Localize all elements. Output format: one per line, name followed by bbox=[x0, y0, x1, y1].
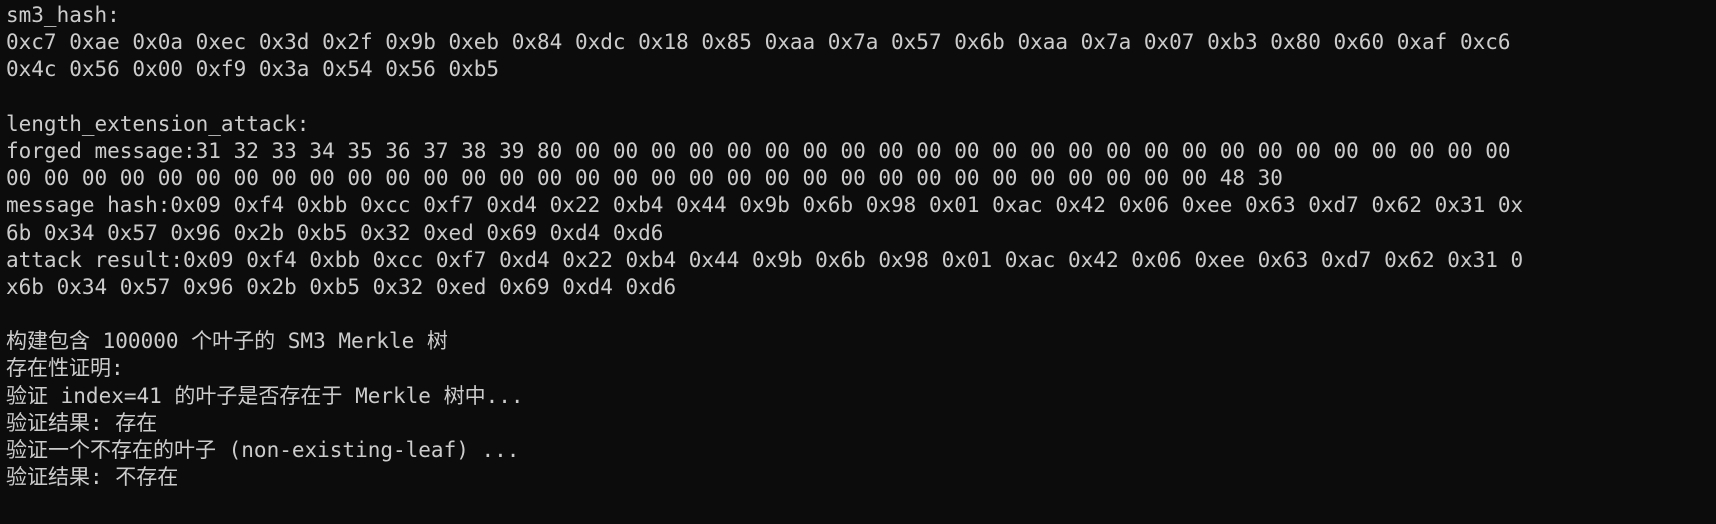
output-line-merkle-build: 构建包含 100000 个叶子的 SM3 Merkle 树 bbox=[6, 329, 448, 354]
output-line-length-extension-header: length_extension_attack: bbox=[6, 111, 310, 136]
output-line-attack-result-1: attack result:0x09 0xf4 0xbb 0xcc 0xf7 0… bbox=[6, 247, 1524, 272]
output-line-blank bbox=[6, 84, 1716, 111]
output-line-forged-message-1: forged message:31 32 33 34 35 36 37 38 3… bbox=[6, 138, 1511, 163]
output-line-verify-index: 验证 index=41 的叶子是否存在于 Merkle 树中... bbox=[6, 383, 524, 408]
output-line-verify-result-exists: 验证结果: 存在 bbox=[6, 410, 158, 435]
output-line-sm3-hash-header: sm3_hash: bbox=[6, 3, 120, 27]
output-line-attack-result-2: x6b 0x34 0x57 0x96 0x2b 0xb5 0x32 0xed 0… bbox=[6, 274, 677, 299]
output-line-message-hash-1: message hash:0x09 0xf4 0xbb 0xcc 0xf7 0x… bbox=[6, 193, 1524, 218]
output-line-sm3-hash-bytes-1: 0xc7 0xae 0x0a 0xec 0x3d 0x2f 0x9b 0xeb … bbox=[6, 30, 1511, 55]
output-line-sm3-hash-bytes-2: 0x4c 0x56 0x00 0xf9 0x3a 0x54 0x56 0xb5 bbox=[6, 57, 500, 82]
output-line-existence-proof: 存在性证明: bbox=[6, 356, 124, 381]
output-line-forged-message-2: 00 00 00 00 00 00 00 00 00 00 00 00 00 0… bbox=[6, 166, 1283, 191]
output-line-blank bbox=[6, 301, 1716, 328]
output-line-verify-nonexisting: 验证一个不存在的叶子 (non-existing-leaf) ... bbox=[6, 438, 520, 462]
terminal-output[interactable]: sm3_hash: 0xc7 0xae 0x0a 0xec 0x3d 0x2f … bbox=[0, 0, 1716, 524]
output-line-verify-result-not-exists: 验证结果: 不存在 bbox=[6, 465, 179, 490]
output-line-message-hash-2: 6b 0x34 0x57 0x96 0x2b 0xb5 0x32 0xed 0x… bbox=[6, 220, 664, 245]
